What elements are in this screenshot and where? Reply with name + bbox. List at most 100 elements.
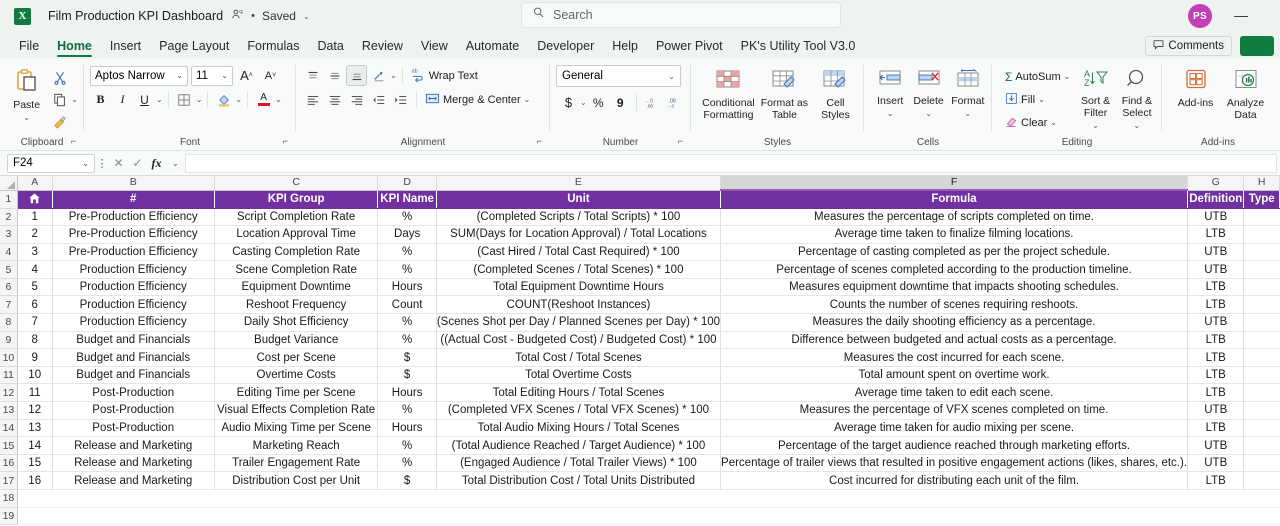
chevron-down-icon[interactable]: ⌄ bbox=[887, 109, 894, 118]
row-header-5[interactable]: 5 bbox=[0, 260, 18, 279]
number-dialog-launcher-icon[interactable]: ⌐ bbox=[678, 134, 683, 149]
formula-input[interactable] bbox=[185, 153, 1277, 173]
chevron-down-icon[interactable]: ⌄ bbox=[235, 95, 242, 104]
cell-type[interactable]: UTB bbox=[1187, 313, 1245, 332]
cell-unit[interactable]: $ bbox=[377, 366, 437, 385]
cell-kpi-name[interactable]: Editing Time per Scene bbox=[214, 383, 379, 403]
chevron-down-icon[interactable]: ⌄ bbox=[1134, 121, 1141, 130]
cell-empty[interactable] bbox=[1243, 260, 1280, 279]
cell-num[interactable]: 13 bbox=[17, 419, 53, 438]
cell-definition[interactable]: Difference between budgeted and actual c… bbox=[720, 331, 1189, 350]
cell-kpi-name[interactable]: Overtime Costs bbox=[214, 366, 379, 385]
cancel-icon[interactable]: ✕ bbox=[109, 156, 128, 170]
cell-definition[interactable]: Measures the percentage of VFX scenes co… bbox=[720, 401, 1189, 420]
row-header-10[interactable]: 10 bbox=[0, 348, 18, 367]
row-header-1[interactable]: 1 bbox=[0, 190, 18, 209]
header-cell-kpi-name[interactable]: KPI Name bbox=[377, 190, 437, 209]
cell-num[interactable]: 1 bbox=[17, 208, 53, 227]
chevron-down-icon[interactable]: ⌄ bbox=[303, 12, 310, 21]
cell-kpi-name[interactable]: Daily Shot Efficiency bbox=[214, 313, 379, 332]
wrap-text-button[interactable]: ab Wrap Text bbox=[408, 65, 481, 86]
cell-formula[interactable]: (Engaged Audience / Total Trailer Views)… bbox=[436, 454, 722, 473]
select-all-corner[interactable] bbox=[0, 176, 18, 191]
chevron-down-icon[interactable]: ⌄ bbox=[1050, 118, 1057, 127]
cell-kpi-name[interactable]: Trailer Engagement Rate bbox=[214, 454, 379, 473]
cell-num[interactable]: 10 bbox=[17, 366, 53, 385]
cell-type[interactable]: UTB bbox=[1187, 454, 1245, 473]
percent-format-button[interactable]: % bbox=[588, 92, 609, 113]
cell-definition[interactable]: Counts the number of scenes requiring re… bbox=[720, 295, 1189, 315]
cell-type[interactable]: UTB bbox=[1187, 436, 1245, 455]
increase-decimal-button[interactable]: ←0.00 bbox=[642, 92, 663, 113]
cell-definition[interactable]: Percentage of casting completed as per t… bbox=[720, 243, 1189, 262]
chevron-down-icon[interactable]: ⌄ bbox=[965, 109, 972, 118]
grow-font-button[interactable]: A ˄ bbox=[236, 65, 257, 86]
cell-kpi-name[interactable]: Marketing Reach bbox=[214, 436, 379, 455]
number-format-select[interactable]: General ⌄ bbox=[556, 65, 681, 87]
row-header-18[interactable]: 18 bbox=[0, 489, 18, 508]
cell-unit[interactable]: % bbox=[377, 208, 437, 227]
tab-formulas[interactable]: Formulas bbox=[238, 37, 308, 59]
tab-review[interactable]: Review bbox=[353, 37, 412, 59]
cell-unit[interactable]: Hours bbox=[377, 383, 437, 403]
row-header-15[interactable]: 15 bbox=[0, 436, 18, 455]
cell-definition[interactable]: Total amount spent on overtime work. bbox=[720, 366, 1189, 385]
row-header-11[interactable]: 11 bbox=[0, 366, 18, 385]
row-header-4[interactable]: 4 bbox=[0, 243, 18, 262]
cell-num[interactable]: 4 bbox=[17, 260, 53, 279]
cell-kpi-name[interactable]: Scene Completion Rate bbox=[214, 260, 379, 279]
fx-icon[interactable]: fx bbox=[147, 156, 166, 171]
row-header-8[interactable]: 8 bbox=[0, 313, 18, 332]
cell-kpi-name[interactable]: Location Approval Time bbox=[214, 225, 379, 244]
font-dialog-launcher-icon[interactable]: ⌐ bbox=[283, 134, 288, 149]
cell-empty[interactable] bbox=[1243, 489, 1280, 508]
chevron-down-icon[interactable]: ⌄ bbox=[925, 109, 932, 118]
cell-formula[interactable]: (Total Audience Reached / Target Audienc… bbox=[436, 436, 722, 455]
row-header-2[interactable]: 2 bbox=[0, 208, 18, 227]
cell-type[interactable]: UTB bbox=[1187, 243, 1245, 262]
header-cell-unit[interactable]: Unit bbox=[436, 190, 722, 209]
table-row[interactable]: 4 3 Pre-Production Efficiency Casting Compl… bbox=[0, 243, 1280, 262]
search-input[interactable]: Search bbox=[521, 2, 841, 28]
shrink-font-button[interactable]: A ˅ bbox=[260, 65, 281, 86]
borders-button[interactable] bbox=[174, 89, 195, 110]
cell-unit[interactable]: Count bbox=[377, 295, 437, 315]
cell-num[interactable]: 7 bbox=[17, 313, 53, 332]
column-header-a[interactable]: A bbox=[17, 176, 53, 191]
cell-num[interactable]: 5 bbox=[17, 278, 53, 297]
autosum-button[interactable]: Σ AutoSum ⌄ bbox=[1002, 66, 1073, 87]
format-cells-button[interactable]: Format ⌄ bbox=[950, 65, 986, 118]
cell-empty[interactable] bbox=[1243, 313, 1280, 332]
format-as-table-button[interactable]: Format as Table bbox=[760, 65, 809, 121]
cell-kpi-name[interactable]: Casting Completion Rate bbox=[214, 243, 379, 262]
cell-definition[interactable]: Measures the daily shooting efficiency a… bbox=[720, 313, 1189, 332]
cell-num[interactable]: 8 bbox=[17, 331, 53, 350]
cell-kpi-name[interactable]: Cost per Scene bbox=[214, 348, 379, 367]
avatar[interactable]: PS bbox=[1188, 4, 1212, 28]
cell-type[interactable]: LTB bbox=[1187, 471, 1245, 490]
cell-definition[interactable]: Percentage of scenes completed according… bbox=[720, 260, 1189, 279]
cell-empty[interactable] bbox=[720, 489, 1188, 508]
delete-cells-button[interactable]: Delete ⌄ bbox=[910, 65, 946, 118]
formula-bar-more-icon[interactable]: ⋮ bbox=[95, 157, 109, 170]
column-header-c[interactable]: C bbox=[214, 176, 379, 191]
cell-empty[interactable] bbox=[1187, 489, 1244, 508]
cell-type[interactable]: LTB bbox=[1187, 278, 1245, 297]
cell-definition[interactable]: Percentage of trailer views that resulte… bbox=[720, 454, 1189, 473]
cell-definition[interactable]: Measures the cost incurred for each scen… bbox=[720, 348, 1189, 367]
cell-unit[interactable]: Hours bbox=[377, 278, 437, 297]
cell-definition[interactable]: Average time taken to edit each scene. bbox=[720, 383, 1189, 403]
home-icon-cell[interactable] bbox=[17, 190, 53, 209]
font-color-button[interactable]: A bbox=[253, 89, 274, 110]
cell-unit[interactable]: $ bbox=[377, 348, 437, 367]
cell-definition[interactable]: Average time taken to finalize filming l… bbox=[720, 225, 1189, 244]
row-header-14[interactable]: 14 bbox=[0, 419, 18, 438]
tab-help[interactable]: Help bbox=[603, 37, 647, 59]
table-row[interactable]: 11 10 Budget and Financials Overtime Costs $… bbox=[0, 366, 1280, 385]
cell-kpi-group[interactable]: Budget and Financials bbox=[52, 366, 215, 385]
row-header-16[interactable]: 16 bbox=[0, 454, 18, 473]
cell-formula[interactable]: Total Editing Hours / Total Scenes bbox=[436, 383, 722, 403]
row-header-12[interactable]: 12 bbox=[0, 383, 18, 403]
column-header-d[interactable]: D bbox=[377, 176, 437, 191]
check-icon[interactable]: ✓ bbox=[128, 156, 147, 170]
